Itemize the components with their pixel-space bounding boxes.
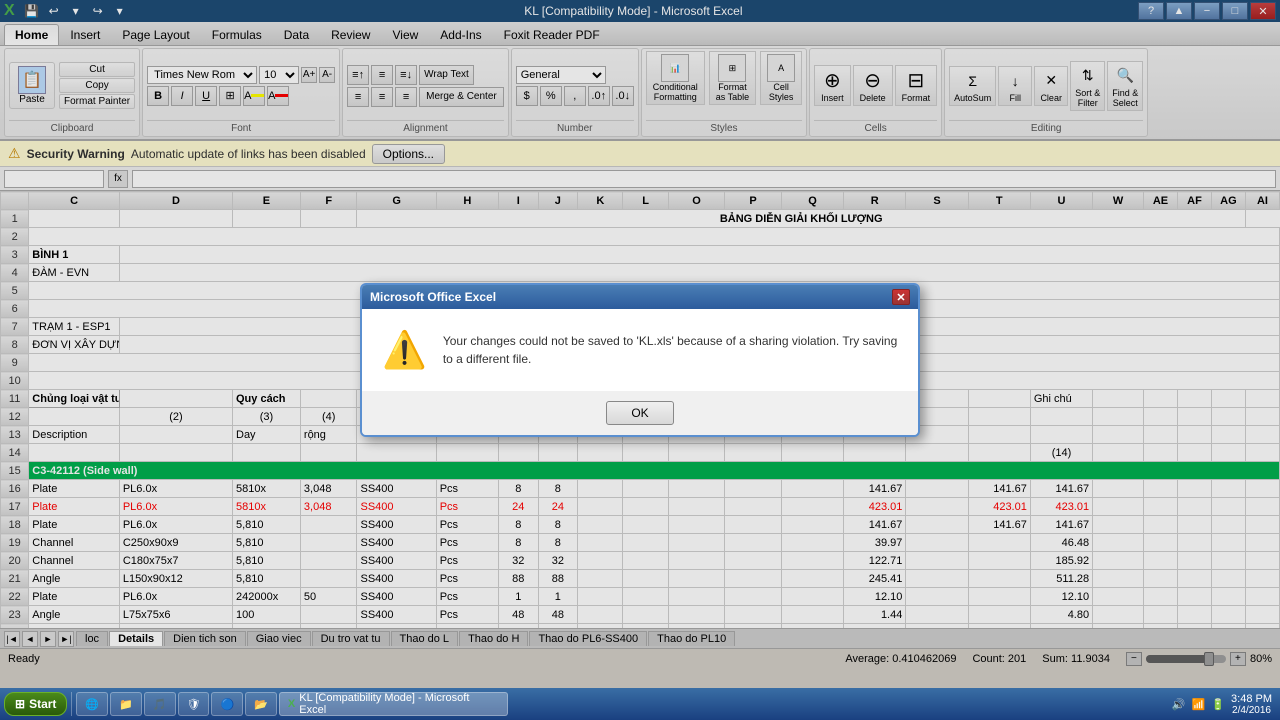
dialog-ok-button[interactable]: OK [606, 401, 673, 425]
dialog-warning-icon: ⚠️ [382, 329, 427, 371]
taskbar-sound-icon: 📶 [1192, 698, 1206, 711]
taskbar-security[interactable]: 🛡 [178, 692, 210, 716]
taskbar-files[interactable]: 📁 [110, 692, 142, 716]
excel-dialog: Microsoft Office Excel ✕ ⚠️ Your changes… [360, 283, 920, 437]
taskbar: ⊞ Start 🌐 📁 🎵 🛡 🔵 📂 X KL [Compatibility … [0, 688, 1280, 720]
taskbar-chrome[interactable]: 🔵 [211, 692, 243, 716]
taskbar-separator [71, 692, 72, 716]
dialog-title: Microsoft Office Excel [370, 290, 496, 304]
dialog-title-bar: Microsoft Office Excel ✕ [362, 285, 918, 309]
taskbar-battery-icon: 🔋 [1211, 698, 1225, 711]
taskbar-excel-item[interactable]: X KL [Compatibility Mode] - Microsoft Ex… [279, 692, 508, 716]
windows-logo: ⊞ [15, 697, 25, 711]
start-button[interactable]: ⊞ Start [4, 692, 67, 716]
dialog-footer: OK [362, 391, 918, 435]
taskbar-right: 🔊 📶 🔋 3:48 PM 2/4/2016 [1172, 693, 1276, 716]
taskbar-excel-icon: X [288, 698, 295, 710]
dialog-close-button[interactable]: ✕ [892, 289, 910, 305]
dialog-body: ⚠️ Your changes could not be saved to 'K… [362, 309, 918, 391]
taskbar-network-icon: 🔊 [1172, 698, 1186, 711]
dialog-message: Your changes could not be saved to 'KL.x… [443, 332, 898, 368]
taskbar-clock: 3:48 PM 2/4/2016 [1231, 693, 1272, 716]
taskbar-explorer[interactable]: 📂 [245, 692, 277, 716]
taskbar-media[interactable]: 🎵 [144, 692, 176, 716]
dialog-overlay: Microsoft Office Excel ✕ ⚠️ Your changes… [0, 0, 1280, 720]
taskbar-ie[interactable]: 🌐 [76, 692, 108, 716]
